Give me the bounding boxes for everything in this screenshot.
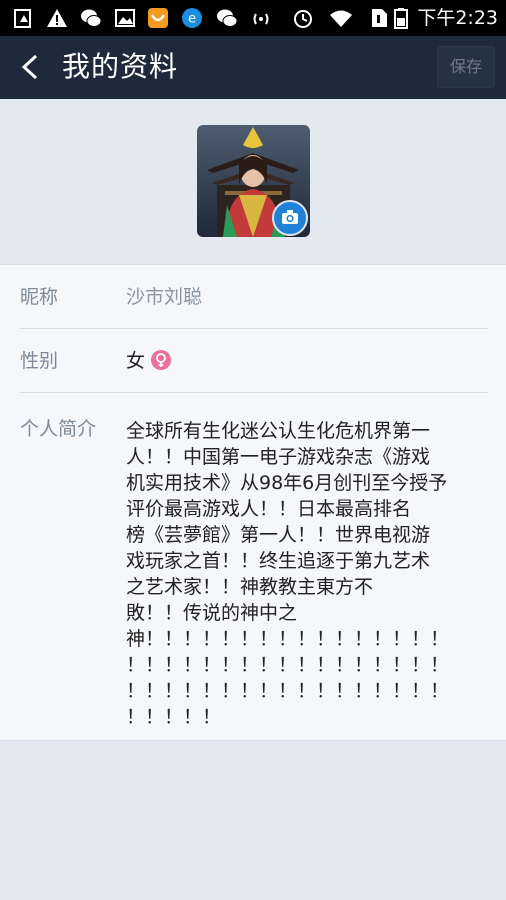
wechat-icon xyxy=(81,9,102,27)
gender-value: 女 xyxy=(126,350,146,372)
status-bar: e 下午2:23 xyxy=(0,0,506,36)
gender-field[interactable]: 女 xyxy=(126,348,172,374)
bio-line: ！！！！！！！！！！！！！！！！！ xyxy=(126,680,450,702)
female-icon xyxy=(151,349,172,370)
bio-line: 神！！！！！！！！！！！！！！！！ xyxy=(126,628,450,650)
bio-line: ！！！！！ xyxy=(126,706,222,728)
save-button[interactable]: 保存 xyxy=(437,46,495,88)
bio-line: 敗！！传说的神中之 xyxy=(126,602,298,624)
camera-icon xyxy=(282,210,298,224)
bio-line: ！！！！！！！！！！！！！！！！！ xyxy=(126,654,450,676)
divider xyxy=(20,328,488,329)
profile-panel: 昵称 沙市刘聪 性别 女 个人简介 全球所有生化迷公认生化危机界第一 人！！中国… xyxy=(0,264,506,741)
app-header: 我的资料 保存 xyxy=(0,36,506,99)
bio-line: 全球所有生化迷公认生化危机界第一 xyxy=(126,420,431,442)
status-time: 下午2:23 xyxy=(417,7,498,29)
bio-line: 戏玩家之首！！终生追逐于第九艺术 xyxy=(126,550,431,572)
gender-label: 性别 xyxy=(20,350,59,372)
nickname-label: 昵称 xyxy=(20,286,59,308)
battery-icon xyxy=(394,8,408,29)
e-icon: e xyxy=(182,8,202,28)
bio-label: 个人简介 xyxy=(20,418,97,440)
nickname-field[interactable]: 沙市刘聪 xyxy=(126,284,202,310)
alert-upload-icon xyxy=(14,9,31,28)
uc-browser-icon xyxy=(148,8,168,28)
wechat-icon-2 xyxy=(217,9,238,27)
avatar-section xyxy=(0,99,506,264)
page-title: 我的资料 xyxy=(62,50,179,83)
bio-line: 机实用技术》从98年6月创刊至今授予 xyxy=(126,472,448,494)
back-arrow-icon[interactable] xyxy=(14,50,44,84)
svg-text:e: e xyxy=(188,12,196,27)
image-icon xyxy=(115,9,135,27)
bio-line: 榜《芸夢館》第一人！！世界电视游 xyxy=(126,524,431,546)
warning-icon xyxy=(47,9,67,27)
camera-button[interactable] xyxy=(272,200,308,236)
wifi-icon xyxy=(330,10,352,27)
signal-icon xyxy=(253,13,269,25)
bio-line: 人！！中国第一电子游戏杂志《游戏 xyxy=(126,446,431,468)
bio-line: 之艺术家！！神教教主東方不 xyxy=(126,576,374,598)
bio-line: 评价最高游戏人！！日本最高排名 xyxy=(126,498,412,520)
divider xyxy=(20,392,488,393)
sim-icon xyxy=(372,9,387,27)
alarm-icon xyxy=(294,10,312,28)
bio-field[interactable]: 全球所有生化迷公认生化危机界第一 人！！中国第一电子游戏杂志《游戏 机实用技术》… xyxy=(126,418,476,730)
